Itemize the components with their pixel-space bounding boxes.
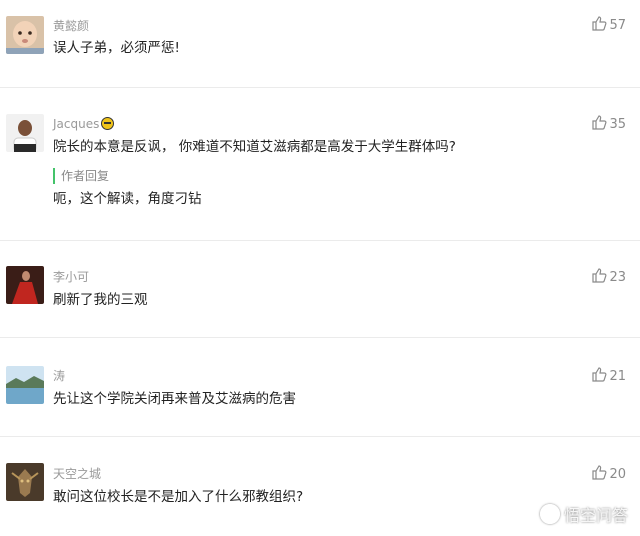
comment-text: 先让这个学院关闭再来普及艾滋病的危害 [53,391,296,407]
like-count: 57 [609,18,626,33]
username[interactable]: 李小可 [53,269,89,285]
avatar[interactable] [6,114,44,152]
thumbs-up-icon [591,366,607,388]
like-button[interactable]: 23 [591,267,626,289]
avatar[interactable] [6,266,44,304]
watermark: 悟空问答 [539,502,628,526]
divider [0,436,640,437]
author-reply-label: 作者回复 [53,168,109,184]
like-count: 20 [609,467,626,482]
divider [0,240,640,241]
comment-text: 刷新了我的三观 [53,292,148,308]
avatar[interactable] [6,463,44,501]
like-count: 23 [609,270,626,285]
thumbs-up-icon [591,15,607,37]
username-text: Jacques [53,117,100,131]
like-count: 21 [609,369,626,384]
like-button[interactable]: 35 [591,114,626,136]
avatar[interactable] [6,16,44,54]
comment-text: 误人子弟，必须严惩! [53,40,180,56]
username[interactable]: 天空之城 [53,466,101,482]
like-count: 35 [609,117,626,132]
avatar[interactable] [6,366,44,404]
divider [0,337,640,338]
thumbs-up-icon [591,114,607,136]
wukong-logo-icon [539,504,560,524]
username[interactable]: Jacques [53,116,115,132]
like-button[interactable]: 21 [591,366,626,388]
like-button[interactable]: 20 [591,464,626,486]
divider [0,87,640,88]
like-button[interactable]: 57 [591,15,626,37]
level-badge-icon [101,117,115,130]
thumbs-up-icon [591,464,607,486]
comment-text: 敢问这位校长是不是加入了什么邪教组织? [53,489,304,505]
username[interactable]: 黄懿颜 [53,18,89,34]
thumbs-up-icon [591,267,607,289]
comment-text: 院长的本意是反讽， 你难道不知道艾滋病都是高发于大学生群体吗? [53,139,456,155]
watermark-text: 悟空问答 [563,506,628,525]
username[interactable]: 涛 [53,368,65,384]
author-reply-text: 呃，这个解读，角度刁钻 [53,191,202,207]
